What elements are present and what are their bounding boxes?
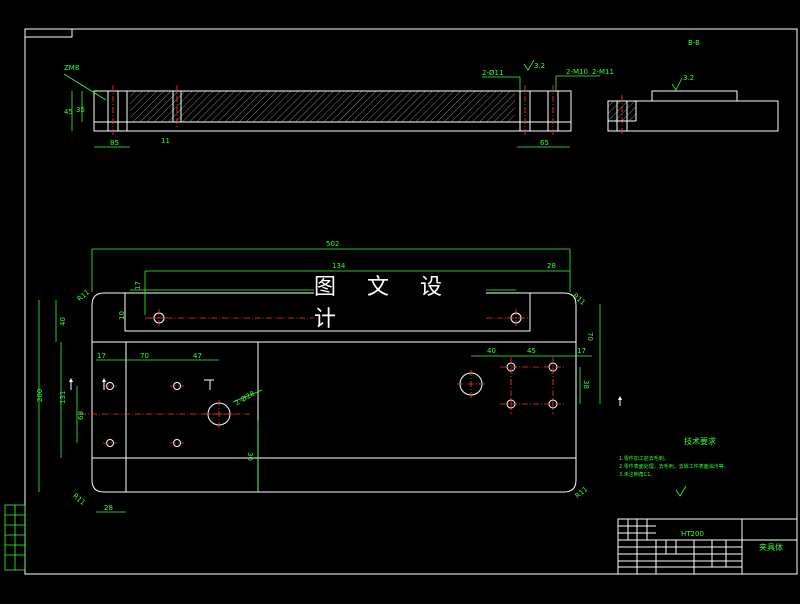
rail-hole-right [507, 309, 525, 327]
watermark-text: 图 文 设 计 [314, 275, 454, 332]
dim-30-mid: 30 [246, 452, 254, 461]
tech-req-title: 技术要求 [684, 436, 716, 446]
holes-callout-mid: 2-M10 [566, 68, 588, 76]
radius-br: R11 [574, 485, 590, 500]
dim-47: 47 [193, 352, 202, 360]
dim-28-top: 28 [547, 262, 556, 270]
finish-symbol-general [675, 485, 687, 497]
dim-502: 502 [326, 240, 339, 248]
left-hole-group [103, 382, 233, 447]
tech-req-line-1: 1.零件加工前去毛刺。 [619, 455, 669, 462]
radius-tr: R11 [571, 292, 587, 307]
dim-17-b: 17 [97, 352, 106, 360]
radius-tl: R11 [76, 288, 92, 303]
dim-200: 200 [36, 389, 44, 402]
dim-65-top: 65 [540, 139, 549, 147]
dim-38: 38 [582, 380, 590, 389]
top-section-view [63, 73, 600, 148]
material-label: HT200 [681, 530, 704, 538]
dim-17-right: 17 [577, 347, 586, 355]
rail-hole-left [150, 309, 168, 327]
radius-bl: R11 [71, 492, 87, 507]
dim-70-right: 70 [586, 332, 594, 341]
dim-40-left: 40 [59, 317, 67, 326]
holes-callout-left: 2-Ø11 [482, 69, 503, 77]
section-bb-view [607, 77, 779, 136]
zm-label: ZM8 [64, 64, 79, 72]
right-hole-group [457, 357, 566, 414]
corner-box [24, 28, 73, 38]
tech-req-line-2: 2.零件表面处理，去毛刺，去除工件表面油污等。 [619, 463, 729, 470]
drawing-name: 夹具体 [759, 542, 783, 552]
side-stamp-table [4, 504, 26, 571]
dim-40-right: 40 [487, 347, 496, 355]
hole-callout: 2-Ø28 [234, 390, 257, 408]
dim-11-top: 11 [161, 137, 170, 145]
section-cut-markers [69, 378, 622, 406]
dim-35-top: 35 [76, 106, 85, 114]
dim-45-top: 45 [64, 108, 73, 116]
finish-symbol-a [523, 59, 535, 71]
dim-70: 70 [140, 352, 149, 360]
dim-85-top: 85 [110, 139, 119, 147]
dim-68: 68 [77, 411, 85, 420]
finish-mark-b: 3.2 [683, 74, 694, 82]
dim-17-left: 17 [134, 281, 142, 290]
dim-45-right: 45 [527, 347, 536, 355]
holes-callout-right: 2-M11 [592, 68, 614, 76]
dim-131: 131 [59, 391, 67, 404]
dim-10: 10 [118, 311, 126, 320]
finish-mark-a: 3.2 [534, 62, 545, 70]
cad-drawing-sheet: ZM8 45 35 85 11 2-Ø11 3.2 2-M10 2-M11 65… [0, 0, 800, 600]
dim-28-bottom: 28 [104, 504, 113, 512]
section-label: B-B [688, 39, 700, 47]
tech-req-line-3: 3.未注倒角C1。 [619, 471, 655, 478]
watermark-box: 图 文 设 计 [314, 275, 486, 332]
